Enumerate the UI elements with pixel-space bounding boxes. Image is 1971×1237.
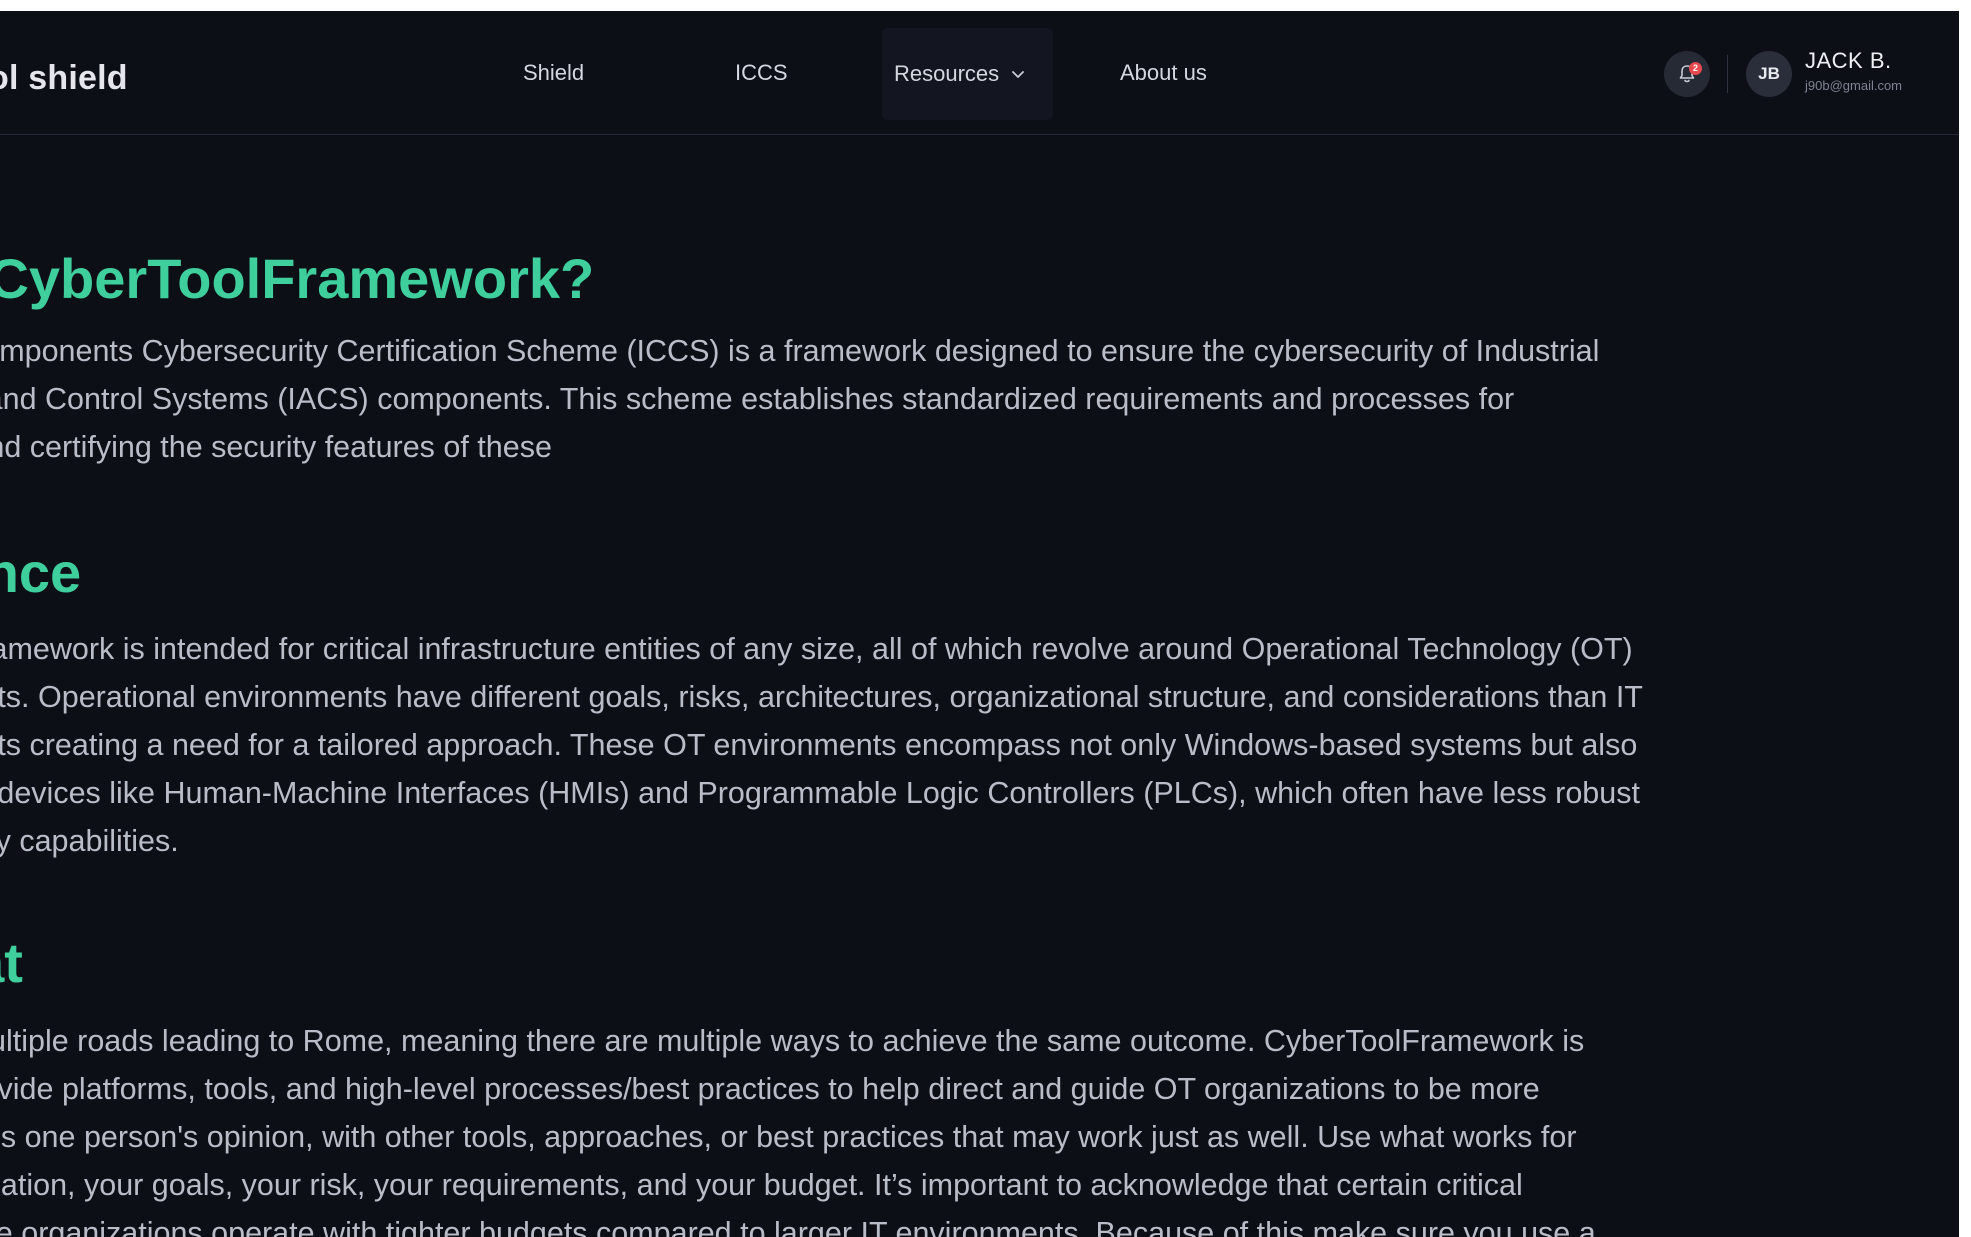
section-text-audience: olFramework is intended for critical inf… <box>0 632 1643 858</box>
section-title-audience: ience <box>0 541 82 604</box>
header-divider <box>1727 55 1728 93</box>
app-window: ol shield Shield ICCS Resources About us… <box>0 11 1959 1237</box>
top-navbar: ol shield Shield ICCS Resources About us… <box>0 11 1959 135</box>
logo[interactable]: ol shield <box>0 59 128 98</box>
notifications-button[interactable]: 2 <box>1664 51 1710 97</box>
section-title-what-is: t is CyberToolFramework? <box>0 247 595 310</box>
chevron-down-icon <box>1011 26 1025 118</box>
user-name[interactable]: JACK B. <box>1805 48 1892 74</box>
nav-resources-dropdown[interactable]: Resources <box>882 28 1053 120</box>
user-avatar[interactable]: JB <box>1746 51 1792 97</box>
nav-resources-label: Resources <box>894 61 1000 86</box>
nav-iccs[interactable]: ICCS <box>735 53 788 93</box>
section-title-caveat: eat <box>0 931 23 994</box>
section-text-caveat: re multiple roads leading to Rome, meani… <box>0 1024 1596 1237</box>
nav-shield[interactable]: Shield <box>523 53 584 93</box>
section-text-what-is: al Components Cybersecurity Certificatio… <box>0 334 1600 464</box>
notification-count-badge: 2 <box>1689 62 1702 75</box>
nav-about-us[interactable]: About us <box>1120 53 1207 93</box>
user-email: j90b@gmail.com <box>1805 78 1903 93</box>
